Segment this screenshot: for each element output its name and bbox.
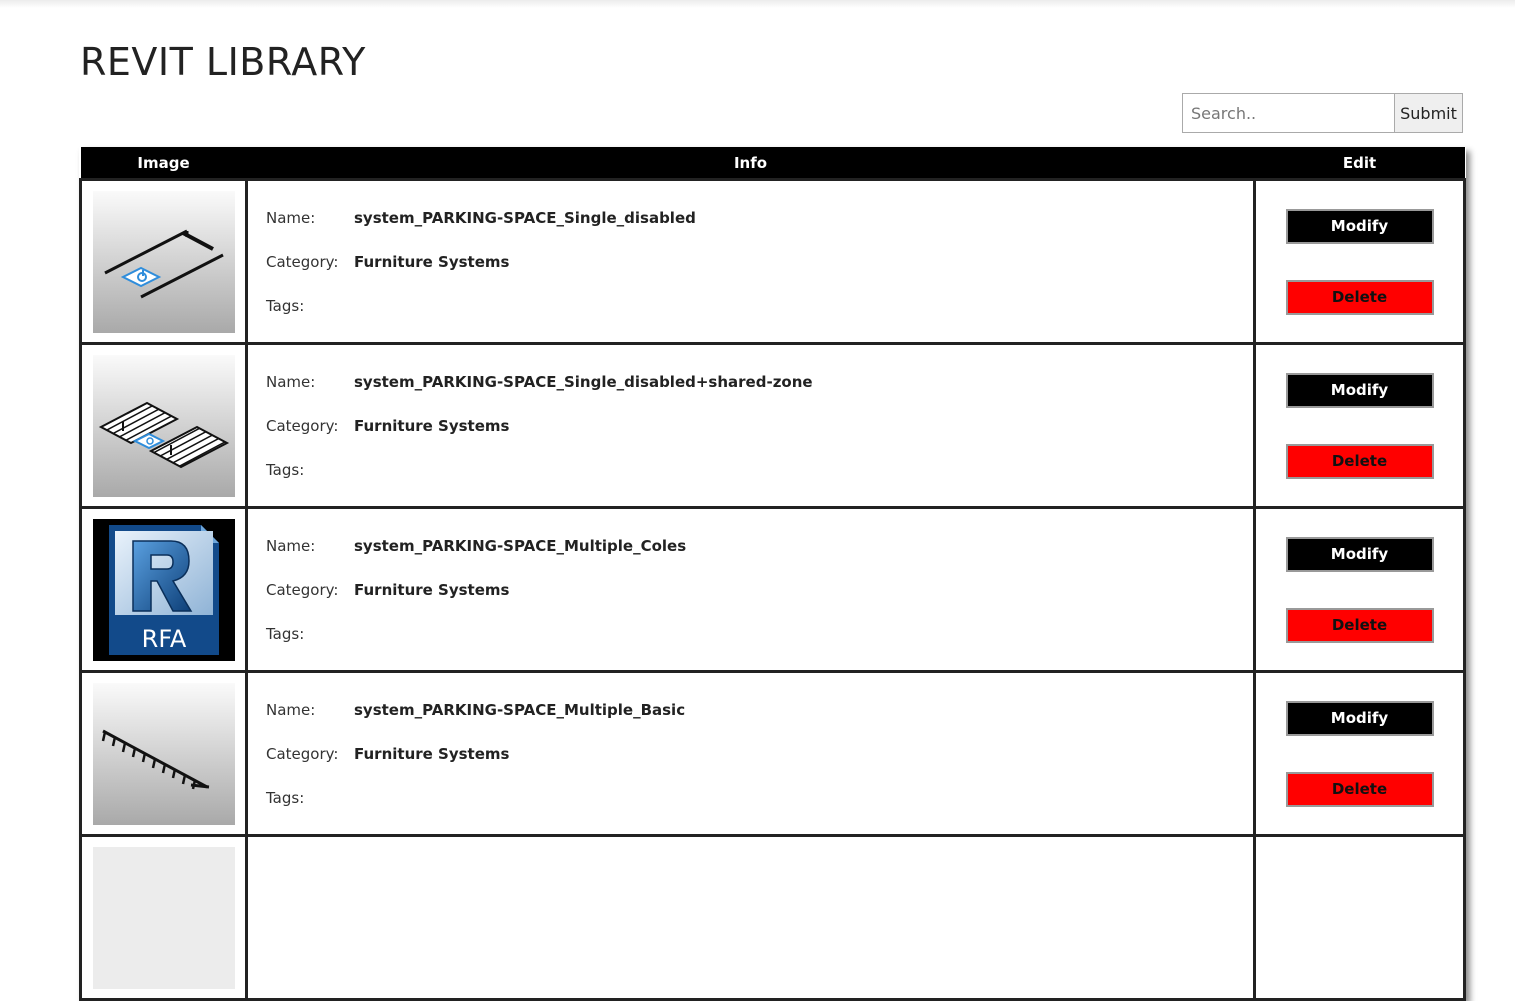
image-cell: RFA [79, 506, 248, 673]
tags-label: Tags: [266, 460, 305, 479]
shared-zone-parking-icon[interactable] [92, 354, 235, 497]
info-cell: Name: system_PARKING-SPACE_Single_disabl… [245, 342, 1256, 509]
table-row: Name: system_PARKING-SPACE_Single_disabl… [79, 342, 1466, 509]
name-label: Name: [266, 208, 316, 227]
edit-cell: Modify Delete [1253, 506, 1466, 673]
image-cell [79, 178, 248, 345]
modify-button[interactable]: Modify [1285, 700, 1434, 736]
search-form: Submit [1182, 93, 1463, 133]
info-cell: Name: system_PARKING-SPACE_Multiple_Basi… [245, 670, 1256, 837]
name-value: system_PARKING-SPACE_Multiple_Basic [354, 700, 686, 719]
multiple-parking-icon[interactable] [92, 682, 235, 825]
name-label: Name: [266, 372, 316, 391]
name-value: system_PARKING-SPACE_Single_disabled [354, 208, 696, 227]
submit-button[interactable]: Submit [1394, 93, 1463, 133]
tags-value [354, 788, 1253, 808]
category-label: Category: [266, 744, 339, 763]
delete-button[interactable]: Delete [1285, 279, 1434, 315]
header-image: Image [137, 153, 190, 172]
modify-button[interactable]: Modify [1285, 536, 1434, 572]
category-label: Category: [266, 580, 339, 599]
name-label: Name: [266, 700, 316, 719]
table-row: Name: system_PARKING-SPACE_Multiple_Basi… [79, 670, 1466, 837]
delete-button[interactable]: Delete [1285, 443, 1434, 479]
top-shadow [0, 0, 1515, 8]
tags-value [354, 624, 1253, 644]
delete-button[interactable]: Delete [1285, 771, 1434, 807]
category-value: Furniture Systems [354, 744, 510, 763]
modify-button[interactable]: Modify [1285, 208, 1434, 244]
info-cell: Name: system_PARKING-SPACE_Single_disabl… [245, 178, 1256, 345]
modify-button[interactable]: Modify [1285, 372, 1434, 408]
image-cell [79, 670, 248, 837]
tags-label: Tags: [266, 296, 305, 315]
delete-button[interactable]: Delete [1285, 607, 1434, 643]
category-value: Furniture Systems [354, 252, 510, 271]
info-cell [245, 834, 1256, 1001]
category-value: Furniture Systems [354, 580, 510, 599]
table-row: Name: system_PARKING-SPACE_Single_disabl… [79, 178, 1466, 345]
category-label: Category: [266, 416, 339, 435]
name-value: system_PARKING-SPACE_Multiple_Coles [354, 536, 687, 555]
edit-cell: Modify Delete [1253, 178, 1466, 345]
search-input[interactable] [1182, 93, 1394, 133]
header-info: Info [733, 153, 768, 172]
edit-cell [1253, 834, 1466, 1001]
tags-label: Tags: [266, 624, 305, 643]
header-edit: Edit [1342, 153, 1377, 172]
thumbnail-icon[interactable] [92, 846, 235, 989]
name-label: Name: [266, 536, 316, 555]
single-disabled-parking-icon[interactable] [92, 190, 235, 333]
category-label: Category: [266, 252, 339, 271]
table-row: RFA Name: system_PARKING-SPACE_Multiple_… [79, 506, 1466, 673]
edit-cell: Modify Delete [1253, 670, 1466, 837]
image-cell [79, 342, 248, 509]
tags-label: Tags: [266, 788, 305, 807]
table-row [79, 834, 1466, 1001]
tags-value [354, 296, 1253, 316]
edit-cell: Modify Delete [1253, 342, 1466, 509]
tags-value [354, 460, 1253, 480]
page-title: REVIT LIBRARY [80, 40, 366, 84]
rfa-file-icon[interactable]: RFA [92, 518, 235, 661]
image-cell [79, 834, 248, 1001]
category-value: Furniture Systems [354, 416, 510, 435]
rfa-text: RFA [141, 625, 186, 653]
info-cell: Name: system_PARKING-SPACE_Multiple_Cole… [245, 506, 1256, 673]
table-header-row: Image Info Edit [80, 147, 1465, 180]
library-table: Image Info Edit Name: system_PARKING-SPA… [79, 147, 1466, 1001]
name-value: system_PARKING-SPACE_Single_disabled+sha… [354, 372, 813, 391]
